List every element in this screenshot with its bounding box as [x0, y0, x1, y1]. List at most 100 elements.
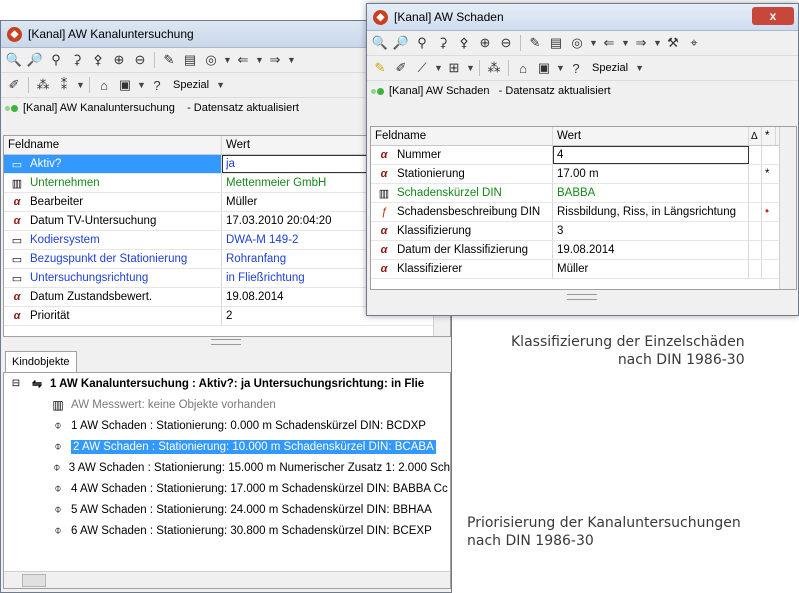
scroll-thumb[interactable] — [22, 574, 46, 587]
report-icon[interactable]: ▤ — [547, 34, 565, 52]
back-icon[interactable]: ⇐ — [234, 51, 252, 69]
column-header-value[interactable]: Wert — [553, 127, 749, 145]
tools-icon[interactable]: ⚒ — [664, 34, 682, 52]
field-name-cell[interactable]: ▭ Aktiv? — [4, 155, 222, 173]
zoom-in-icon[interactable]: ⊕ — [110, 51, 128, 69]
marker-icon[interactable]: ✎ — [371, 59, 389, 77]
chevron-down-icon[interactable]: ▼ — [621, 38, 630, 48]
field-name-cell[interactable]: α Stationierung — [371, 165, 553, 183]
field-name-cell[interactable]: α Datum TV-Untersuchung — [4, 212, 222, 230]
grid-row[interactable]: ƒ Schadensbeschreibung DIN Rissbildung, Ri… — [371, 203, 796, 222]
measure-icon[interactable]: ⟋ — [413, 59, 431, 77]
report-icon[interactable]: ▤ — [181, 51, 199, 69]
find-all-icon[interactable]: 🔎 — [26, 51, 44, 69]
chevron-down-icon[interactable]: ▼ — [216, 80, 225, 90]
map-icon[interactable]: ⌂ — [514, 59, 532, 77]
filter-remove-icon[interactable]: ⚴ — [89, 51, 107, 69]
field-value-cell[interactable]: Rissbildung, Riss, in Längsrichtung — [553, 203, 749, 221]
grid-row[interactable]: α Klassifizierer Müller — [371, 260, 796, 279]
column-header-delta[interactable]: Δ — [749, 127, 762, 145]
spezial-menu[interactable]: Spezial — [588, 62, 632, 74]
grid-row[interactable]: α Nummer 4 — [371, 146, 796, 165]
chevron-down-icon[interactable]: ▼ — [76, 80, 85, 90]
column-header-name[interactable]: Feldname — [4, 136, 222, 154]
chevron-down-icon[interactable]: ▼ — [556, 63, 565, 73]
filter-icon[interactable]: ⚲ — [47, 51, 65, 69]
tab-kindobjekte[interactable]: Kindobjekte — [5, 351, 77, 372]
field-name-cell[interactable]: ▥ Unternehmen — [4, 174, 222, 192]
tree-item[interactable]: ⌽ 2 AW Schaden : Stationierung: 10.000 m … — [4, 436, 450, 457]
close-button[interactable]: x — [752, 7, 794, 25]
field-name-cell[interactable]: α Nummer — [371, 146, 553, 164]
chevron-down-icon[interactable]: ▼ — [589, 38, 598, 48]
chevron-down-icon[interactable]: ▼ — [653, 38, 662, 48]
pin-icon[interactable]: ⌖ — [685, 34, 703, 52]
binoculars-icon[interactable]: ◎ — [568, 34, 586, 52]
map-icon[interactable]: ⌂ — [95, 76, 113, 94]
title-bar[interactable]: ◆ [Kanal] AW Schaden x — [367, 4, 798, 31]
field-value-cell[interactable]: 3 — [553, 222, 749, 240]
field-name-cell[interactable]: ▥ Schadenskürzel DIN — [371, 184, 553, 202]
field-name-cell[interactable]: ▭ Bezugspunkt der Stationierung — [4, 250, 222, 268]
chevron-down-icon[interactable]: ▼ — [466, 63, 475, 73]
tree-hscrollbar[interactable] — [4, 571, 450, 588]
field-name-cell[interactable]: ▭ Kodiersystem — [4, 231, 222, 249]
grid-row[interactable]: ▥ Schadenskürzel DIN BABBA — [371, 184, 796, 203]
forward-icon[interactable]: ⇒ — [266, 51, 284, 69]
network-alt-icon[interactable]: ⁑ — [55, 76, 73, 94]
grid-row[interactable]: α Stationierung 17.00 m * — [371, 165, 796, 184]
document-icon[interactable]: ▣ — [535, 59, 553, 77]
tree-item[interactable]: ⌽ 5 AW Schaden : Stationierung: 24.000 m … — [4, 499, 450, 520]
filter-icon[interactable]: ⚲ — [413, 34, 431, 52]
field-name-cell[interactable]: α Datum Zustandsbewert. — [4, 288, 222, 306]
splitter-handle[interactable] — [211, 339, 241, 345]
column-header-name[interactable]: Feldname — [371, 127, 553, 145]
chevron-down-icon[interactable]: ▼ — [223, 55, 232, 65]
document-icon[interactable]: ▣ — [116, 76, 134, 94]
zoom-out-icon[interactable]: ⊖ — [131, 51, 149, 69]
tree-item[interactable]: ▥ AW Messwert: keine Objekte vorhanden — [4, 394, 450, 415]
field-name-cell[interactable]: α Priorität — [4, 307, 222, 325]
filter-remove-icon[interactable]: ⚴ — [455, 34, 473, 52]
network-icon[interactable]: ⁂ — [34, 76, 52, 94]
field-value-cell[interactable]: 19.08.2014 — [553, 241, 749, 259]
chevron-down-icon[interactable]: ▼ — [635, 63, 644, 73]
back-icon[interactable]: ⇐ — [600, 34, 618, 52]
find-icon[interactable]: 🔍 — [371, 34, 389, 52]
grid-row[interactable]: α Datum der Klassifizierung 19.08.2014 — [371, 241, 796, 260]
field-name-cell[interactable]: α Klassifizierer — [371, 260, 553, 278]
find-all-icon[interactable]: 🔎 — [392, 34, 410, 52]
field-value-cell[interactable]: BABBA — [553, 184, 749, 202]
forward-icon[interactable]: ⇒ — [632, 34, 650, 52]
chevron-down-icon[interactable]: ▼ — [137, 80, 146, 90]
edit-icon[interactable]: ✎ — [526, 34, 544, 52]
field-name-cell[interactable]: α Bearbeiter — [4, 193, 222, 211]
help-icon[interactable]: ? — [567, 59, 585, 77]
field-name-cell[interactable]: α Klassifizierung — [371, 222, 553, 240]
splitter-handle[interactable] — [567, 294, 597, 300]
field-name-cell[interactable]: ▭ Untersuchungsrichtung — [4, 269, 222, 287]
tree-root[interactable]: ⊟ ⇋ 1 AW Kanaluntersuchung : Aktiv?: ja … — [4, 373, 450, 394]
field-name-cell[interactable]: ƒ Schadensbeschreibung DIN — [371, 203, 553, 221]
filter-add-icon[interactable]: ⚳ — [434, 34, 452, 52]
column-header-star[interactable]: * — [762, 127, 776, 145]
tree-item[interactable]: ⌽ 1 AW Schaden : Stationierung: 0.000 m S… — [4, 415, 450, 436]
field-value-cell[interactable]: 17.00 m — [553, 165, 749, 183]
pencil-icon[interactable]: ✐ — [392, 59, 410, 77]
expand-icon[interactable]: ⊟ — [8, 378, 24, 389]
pencil-icon[interactable]: ✐ — [5, 76, 23, 94]
find-icon[interactable]: 🔍 — [5, 51, 23, 69]
tree-item[interactable]: ⌽ 6 AW Schaden : Stationierung: 30.800 m … — [4, 520, 450, 541]
grid-scrollbar[interactable] — [779, 127, 796, 289]
field-name-cell[interactable]: α Datum der Klassifizierung — [371, 241, 553, 259]
help-icon[interactable]: ? — [148, 76, 166, 94]
network-icon[interactable]: ⁂ — [485, 59, 503, 77]
field-value-cell[interactable]: 4 — [553, 146, 749, 164]
filter-add-icon[interactable]: ⚳ — [68, 51, 86, 69]
chevron-down-icon[interactable]: ▼ — [434, 63, 443, 73]
chevron-down-icon[interactable]: ▼ — [287, 55, 296, 65]
chevron-down-icon[interactable]: ▼ — [255, 55, 264, 65]
binoculars-icon[interactable]: ◎ — [202, 51, 220, 69]
tree-item[interactable]: ⌽ 4 AW Schaden : Stationierung: 17.000 m … — [4, 478, 450, 499]
spezial-menu[interactable]: Spezial — [169, 79, 213, 91]
